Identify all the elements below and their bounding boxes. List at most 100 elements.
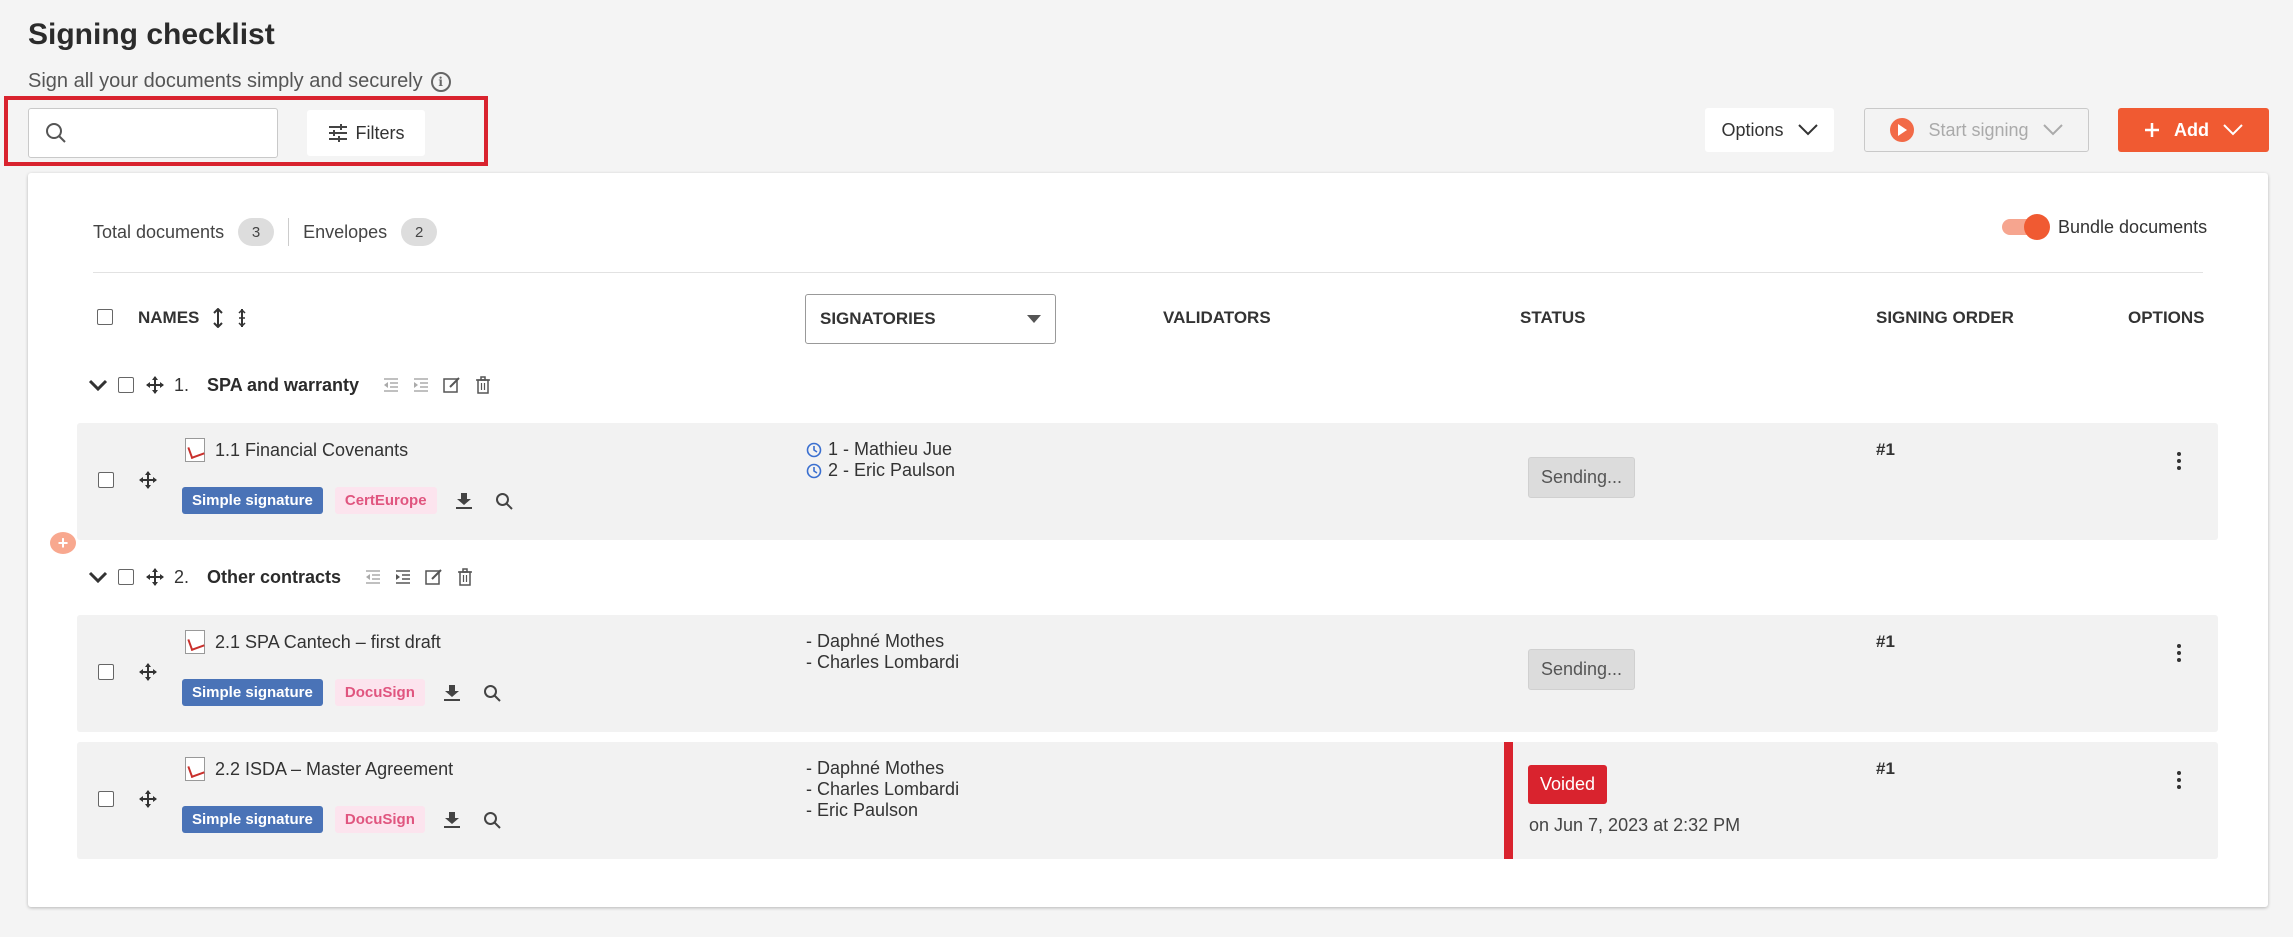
- search-icon[interactable]: [495, 492, 513, 510]
- move-icon[interactable]: [139, 471, 157, 489]
- signature-type-tag: Simple signature: [182, 487, 323, 514]
- signatory: - Charles Lombardi: [806, 652, 960, 672]
- pdf-icon: [185, 757, 205, 781]
- document-title[interactable]: 2.1 SPA Cantech – first draft: [185, 630, 441, 654]
- add-button[interactable]: Add: [2118, 108, 2269, 152]
- provider-tag: CertEurope: [334, 487, 437, 514]
- provider-tag: DocuSign: [334, 806, 425, 833]
- outdent-icon[interactable]: [365, 570, 381, 584]
- signatories-list: - Daphné Mothes - Charles Lombardi - Eri…: [806, 758, 959, 821]
- expand-collapse-icon[interactable]: [237, 308, 247, 328]
- document-title[interactable]: 1.1 Financial Covenants: [185, 438, 408, 462]
- filters-label: Filters: [355, 122, 405, 143]
- row-checkbox[interactable]: [98, 791, 114, 807]
- names-header-label: NAMES: [138, 308, 200, 327]
- trash-icon[interactable]: [475, 376, 491, 394]
- download-icon[interactable]: [443, 811, 461, 829]
- download-icon[interactable]: [455, 492, 473, 510]
- search-box[interactable]: [28, 108, 278, 158]
- clock-icon: [806, 442, 822, 457]
- indent-icon[interactable]: [395, 570, 411, 584]
- chevron-down-icon: [2223, 124, 2243, 136]
- sort-icon[interactable]: [213, 308, 224, 328]
- bundle-documents-toggle[interactable]: Bundle documents: [2002, 214, 2207, 240]
- search-input[interactable]: [79, 117, 269, 149]
- status-badge: Voided: [1528, 765, 1608, 804]
- chevron-down-icon[interactable]: [88, 571, 108, 583]
- signing-order: #1: [1876, 759, 1895, 778]
- insert-plus-icon[interactable]: +: [50, 532, 76, 554]
- options-label: Options: [1721, 119, 1784, 140]
- start-signing-label: Start signing: [1928, 119, 2029, 140]
- page-subtitle: Sign all your documents simply and secur…: [28, 70, 451, 93]
- row-options-icon[interactable]: [2176, 644, 2182, 662]
- outdent-icon[interactable]: [383, 378, 399, 392]
- play-icon: [1890, 118, 1915, 142]
- group-row: 1. SPA and warranty: [88, 370, 491, 400]
- signing-order: #1: [1876, 440, 1895, 459]
- voided-indicator: [1504, 742, 1513, 859]
- filters-button[interactable]: Filters: [307, 110, 425, 156]
- edit-icon[interactable]: [425, 568, 443, 586]
- row-checkbox[interactable]: [98, 472, 114, 488]
- move-icon[interactable]: [146, 376, 164, 394]
- signatory: - Charles Lombardi: [806, 779, 960, 799]
- bundle-label: Bundle documents: [2058, 216, 2208, 237]
- caret-down-icon: [1027, 315, 1041, 323]
- chevron-down-icon: [2042, 124, 2063, 136]
- group-number: 1.: [174, 374, 190, 395]
- status-badge: Sending...: [1528, 649, 1636, 690]
- row-options-icon[interactable]: [2176, 452, 2182, 470]
- provider-tag: DocuSign: [334, 679, 425, 706]
- signing-order: #1: [1876, 632, 1895, 651]
- chevron-down-icon[interactable]: [88, 379, 108, 391]
- pdf-icon: [185, 630, 205, 654]
- plus-icon: [2145, 123, 2159, 137]
- filters-icon: [328, 124, 347, 142]
- names-header: NAMES: [138, 308, 247, 328]
- move-icon[interactable]: [139, 663, 157, 681]
- search-icon: [46, 123, 66, 143]
- signatory: - Daphné Mothes: [806, 758, 945, 778]
- signature-type-tag: Simple signature: [182, 806, 323, 833]
- signatories-list: - Daphné Mothes - Charles Lombardi: [806, 631, 959, 673]
- search-icon[interactable]: [483, 684, 501, 702]
- summary-bar: Total documents 3 Envelopes 2: [93, 218, 438, 246]
- group-checkbox[interactable]: [118, 569, 134, 585]
- document-title-text: 2.2 ISDA – Master Agreement: [215, 758, 454, 779]
- page-title: Signing checklist: [28, 18, 275, 51]
- indent-icon[interactable]: [413, 378, 429, 392]
- clock-icon: [806, 463, 822, 478]
- document-title-text: 2.1 SPA Cantech – first draft: [215, 631, 441, 652]
- pdf-icon: [185, 438, 205, 462]
- row-checkbox[interactable]: [98, 664, 114, 680]
- row-options-icon[interactable]: [2176, 771, 2182, 789]
- group-row: 2. Other contracts: [88, 562, 473, 592]
- move-icon[interactable]: [146, 568, 164, 586]
- start-signing-button[interactable]: Start signing: [1864, 108, 2089, 152]
- edit-icon[interactable]: [443, 376, 461, 394]
- signatories-select-label: SIGNATORIES: [820, 309, 936, 328]
- chevron-down-icon: [1797, 124, 1818, 136]
- document-title[interactable]: 2.2 ISDA – Master Agreement: [185, 757, 453, 781]
- select-all-checkbox[interactable]: [97, 309, 113, 325]
- signatories-list: 1 - Mathieu Jue 2 - Eric Paulson: [806, 439, 955, 481]
- group-number: 2.: [174, 566, 190, 587]
- group-title: SPA and warranty: [207, 374, 360, 395]
- divider: [288, 218, 290, 246]
- group-checkbox[interactable]: [118, 377, 134, 393]
- download-icon[interactable]: [443, 684, 461, 702]
- trash-icon[interactable]: [457, 568, 473, 586]
- toggle-switch[interactable]: [2002, 214, 2050, 240]
- signatory: - Daphné Mothes: [806, 631, 945, 651]
- search-icon[interactable]: [483, 811, 501, 829]
- info-icon[interactable]: i: [430, 71, 451, 92]
- signature-type-tag: Simple signature: [182, 679, 323, 706]
- validators-header: VALIDATORS: [1163, 308, 1271, 327]
- signatories-select[interactable]: SIGNATORIES: [805, 294, 1056, 344]
- divider: [93, 272, 2203, 273]
- envelopes-label: Envelopes: [303, 221, 388, 242]
- group-title: Other contracts: [207, 566, 342, 587]
- move-icon[interactable]: [139, 790, 157, 808]
- options-button[interactable]: Options: [1705, 108, 1834, 152]
